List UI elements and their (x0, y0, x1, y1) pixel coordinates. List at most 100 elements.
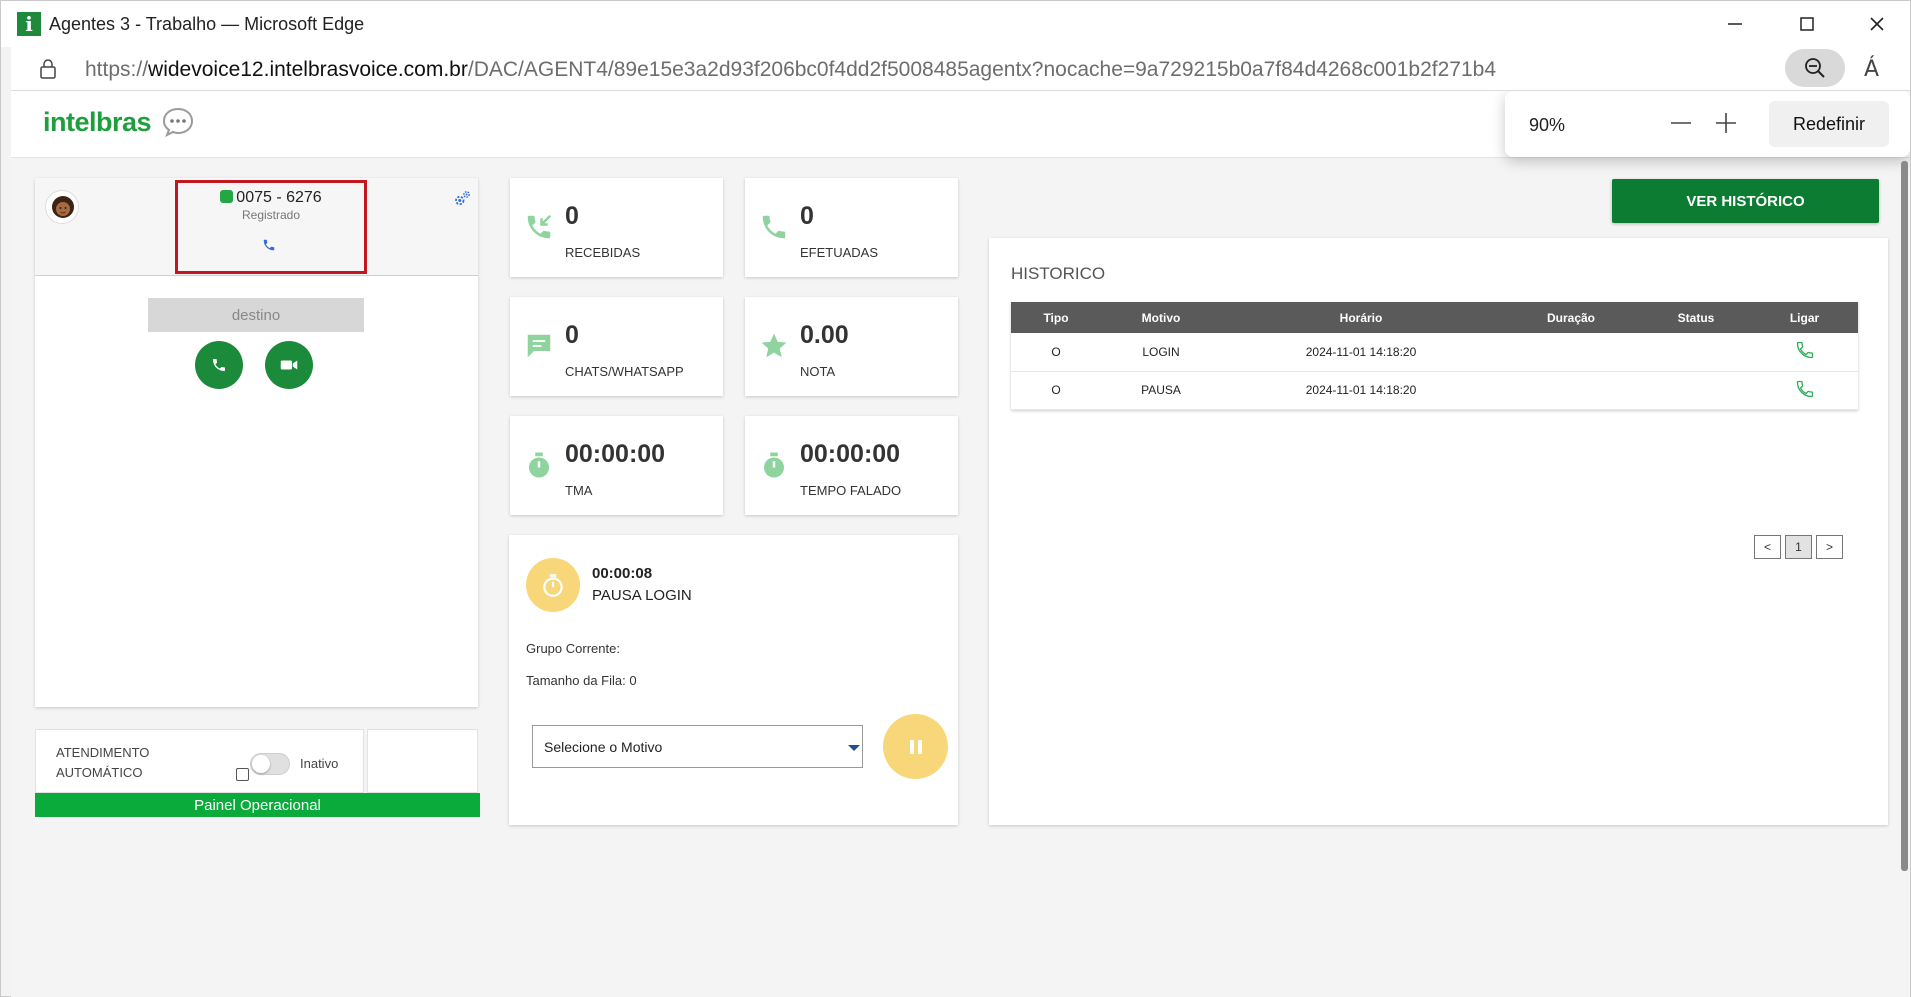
extension-box: 0075 - 6276 Registrado (175, 180, 367, 274)
stat-chats: 0 CHATS/WHATSAPP (510, 297, 723, 396)
url-host: widevoice12.intelbrasvoice.com.br (148, 58, 468, 81)
auto-attendance-checkbox[interactable] (236, 768, 249, 781)
cell-horario: 2024-11-01 14:18:20 (1221, 371, 1501, 410)
pause-icon (909, 739, 922, 754)
queue-size-label: Tamanho da Fila: 0 (526, 673, 637, 688)
cell-status (1641, 371, 1751, 410)
prev-page-button[interactable]: < (1754, 535, 1781, 559)
title-bar: i Agentes 3 - Trabalho — Microsoft Edge (1, 1, 1910, 47)
maximize-button[interactable] (1779, 7, 1835, 41)
table-row: O LOGIN 2024-11-01 14:18:20 (1011, 333, 1858, 372)
stat-nota: 0.00 NOTA (745, 297, 958, 396)
call-back-phone-icon[interactable] (1795, 340, 1815, 360)
minimize-button[interactable] (1707, 7, 1763, 41)
call-back-phone-icon[interactable] (1795, 379, 1815, 399)
auto-attendance-label-line1: ATENDIMENTO (56, 745, 150, 760)
chat-icon (527, 334, 551, 358)
auto-attendance-toggle[interactable] (250, 753, 290, 775)
cell-duracao (1501, 333, 1641, 372)
zoom-indicator-button[interactable] (1785, 49, 1845, 87)
agent-avatar[interactable] (45, 190, 79, 224)
close-icon (1870, 17, 1884, 31)
stat-nota-value: 0.00 (800, 321, 849, 349)
cell-status (1641, 333, 1751, 372)
next-page-button[interactable]: > (1816, 535, 1843, 559)
settings-gears-icon[interactable] (453, 190, 471, 208)
edge-window: i Agentes 3 - Trabalho — Microsoft Edge … (0, 0, 1911, 997)
video-camera-icon (280, 360, 298, 370)
read-aloud-icon[interactable]: Á (1864, 57, 1879, 82)
maximize-icon (1800, 17, 1814, 31)
auto-attendance-side-panel (367, 729, 478, 793)
avatar-icon (52, 196, 74, 218)
current-group-label: Grupo Corrente: (526, 641, 620, 656)
pause-reason-select[interactable]: Selecione o Motivo (532, 725, 863, 768)
col-motivo: Motivo (1101, 302, 1221, 333)
stat-tma-value: 00:00:00 (565, 440, 666, 468)
zoom-popup: 90% Redefinir (1505, 91, 1910, 157)
auto-attendance-state: Inativo (300, 756, 339, 771)
cell-motivo: LOGIN (1101, 333, 1221, 372)
cell-tipo: O (1011, 371, 1101, 410)
zoom-reset-button[interactable]: Redefinir (1769, 101, 1889, 147)
zoom-in-button[interactable] (1710, 107, 1742, 139)
zoom-out-button[interactable] (1665, 111, 1697, 135)
audio-call-button[interactable] (195, 341, 243, 389)
auto-attendance-label: ATENDIMENTO AUTOMÁTICO (56, 743, 149, 783)
url-field[interactable]: https://widevoice12.intelbrasvoice.com.b… (85, 58, 1496, 82)
stat-tempo-falado: 00:00:00 TEMPO FALADO (745, 416, 958, 515)
page-scrollbar[interactable] (1901, 161, 1908, 871)
window-title: Agentes 3 - Trabalho — Microsoft Edge (49, 14, 365, 34)
stopwatch-icon (529, 452, 549, 478)
stat-recebidas-label: RECEBIDAS (565, 245, 641, 260)
url-path: /DAC/AGENT4/89e15e3a2d93f206bc0f4dd2f500… (467, 58, 1496, 81)
zoom-out-magnifier-icon (1805, 58, 1825, 78)
auto-attendance-panel: ATENDIMENTO AUTOMÁTICO Inativo (35, 729, 364, 793)
softphone-panel: 0075 - 6276 Registrado destino (35, 178, 478, 707)
cell-horario: 2024-11-01 14:18:20 (1221, 333, 1501, 372)
zoom-level: 90% (1529, 115, 1566, 135)
history-table: Tipo Motivo Horário Duração Status Ligar… (1011, 302, 1858, 410)
address-bar: https://widevoice12.intelbrasvoice.com.b… (11, 47, 1910, 91)
toggle-knob (252, 755, 270, 773)
operational-panel-tab[interactable]: Painel Operacional (35, 793, 480, 817)
softphone-header: 0075 - 6276 Registrado (35, 178, 478, 276)
stat-chats-label: CHATS/WHATSAPP (565, 364, 684, 379)
stat-tempo-falado-value: 00:00:00 (800, 440, 901, 468)
destination-input[interactable]: destino (148, 298, 364, 332)
history-panel: HISTORICO Tipo Motivo Horário Duração St… (989, 238, 1888, 825)
extension-number: 0075 - 6276 (178, 189, 364, 207)
video-call-button[interactable] (265, 341, 313, 389)
stat-recebidas: 0 RECEBIDAS (510, 178, 723, 277)
col-ligar: Ligar (1751, 302, 1858, 333)
page-1-button[interactable]: 1 (1785, 535, 1812, 559)
chat-bubble-logo-icon (162, 107, 194, 137)
stopwatch-icon (764, 452, 784, 478)
star-icon (761, 333, 787, 358)
close-button[interactable] (1849, 7, 1905, 41)
cell-tipo: O (1011, 333, 1101, 372)
auto-attendance-label-line2: AUTOMÁTICO (56, 765, 143, 780)
pause-button[interactable] (883, 714, 948, 779)
col-status: Status (1641, 302, 1751, 333)
stat-tempo-falado-label: TEMPO FALADO (800, 483, 902, 498)
lock-icon[interactable] (39, 58, 57, 80)
stat-chats-value: 0 (565, 321, 579, 349)
minimize-icon (1728, 23, 1742, 25)
pause-panel: 00:00:08 PAUSA LOGIN Grupo Corrente: Tam… (509, 535, 958, 825)
col-tipo: Tipo (1011, 302, 1101, 333)
view-history-button[interactable]: VER HISTÓRICO (1612, 179, 1879, 223)
pause-name: PAUSA LOGIN (592, 587, 692, 604)
stat-efetuadas-value: 0 (800, 202, 814, 230)
stat-tma-label: TMA (565, 483, 593, 498)
stopwatch-icon (543, 574, 563, 597)
col-duracao: Duração (1501, 302, 1641, 333)
phone-icon[interactable] (262, 238, 276, 252)
cell-motivo: PAUSA (1101, 371, 1221, 410)
stat-nota-label: NOTA (800, 364, 836, 379)
history-title: HISTORICO (1011, 264, 1106, 283)
pause-timer-badge (526, 558, 580, 612)
url-prefix: https:// (85, 58, 149, 81)
history-header-row: Tipo Motivo Horário Duração Status Ligar (1011, 302, 1858, 333)
cell-duracao (1501, 371, 1641, 410)
